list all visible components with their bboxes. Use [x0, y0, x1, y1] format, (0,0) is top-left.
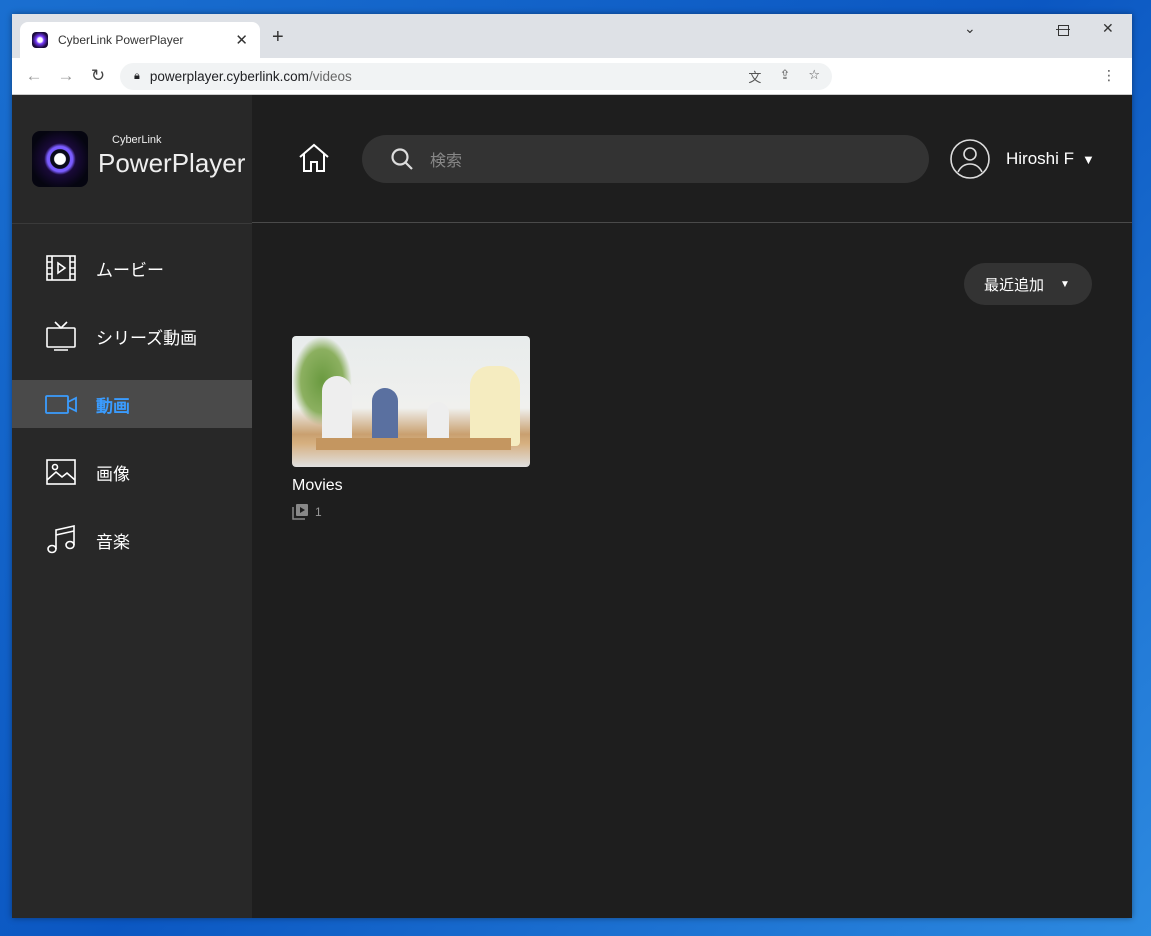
film-icon	[46, 255, 76, 281]
search-input[interactable]: 検索	[362, 135, 929, 183]
avatar-icon	[950, 139, 990, 179]
video-count: 1	[315, 504, 322, 519]
caret-down-icon: ▼	[1082, 151, 1095, 167]
video-stack-icon	[292, 504, 308, 520]
caret-down-icon: ▼	[1060, 278, 1070, 290]
url-domain: powerplayer.cyberlink.com	[149, 69, 309, 84]
powerplayer-app: CyberLink PowerPlayer ムービー シリーズ動画 動画 画像 音…	[12, 95, 1132, 918]
user-name: Hiroshi F	[1006, 149, 1075, 168]
image-icon	[46, 459, 76, 485]
reload-button[interactable]: ↻	[82, 66, 114, 86]
sort-dropdown[interactable]: 最近追加 ▼	[964, 263, 1092, 305]
sidebar-item-images[interactable]: 画像	[12, 448, 252, 496]
close-window-button[interactable]: ✕	[1102, 20, 1114, 37]
tab-bar: CyberLink PowerPlayer ✕ + ⌄ — ✕	[12, 14, 1132, 58]
browser-tab[interactable]: CyberLink PowerPlayer ✕	[20, 22, 260, 58]
search-icon	[391, 148, 413, 170]
user-menu[interactable]: Hiroshi F ▼	[950, 139, 1095, 179]
forward-button[interactable]: →	[50, 66, 82, 86]
search-placeholder: 検索	[430, 153, 463, 170]
logo-product: PowerPlayer	[98, 147, 246, 178]
sidebar-item-series[interactable]: シリーズ動画	[12, 312, 252, 360]
url-field[interactable]: 🔒︎ powerplayer.cyberlink.com/videos 文 ⇪ ☆	[120, 63, 832, 90]
url-path: /videos	[308, 69, 352, 84]
music-icon	[47, 525, 75, 554]
lock-icon: 🔒︎	[134, 70, 140, 82]
browser-window: CyberLink PowerPlayer ✕ + ⌄ — ✕ ← → ↻ 🔒︎ …	[12, 14, 1132, 918]
sidebar-item-movies[interactable]: ムービー	[12, 244, 252, 292]
home-icon[interactable]	[298, 143, 330, 173]
sidebar-item-label: シリーズ動画	[96, 328, 198, 348]
sort-selected: 最近追加	[984, 276, 1045, 294]
star-icon[interactable]: ☆	[808, 67, 820, 86]
address-bar-row: ← → ↻ 🔒︎ powerplayer.cyberlink.com/video…	[12, 58, 1132, 95]
folder-title: Movies	[292, 477, 343, 494]
maximize-button[interactable]	[1058, 25, 1069, 36]
new-tab-button[interactable]: +	[272, 26, 284, 49]
folder-card[interactable]: Movies 1	[292, 336, 530, 520]
tv-icon	[46, 321, 76, 351]
tab-search-icon[interactable]: ⌄	[964, 20, 976, 37]
share-icon[interactable]: ⇪	[779, 67, 790, 86]
video-camera-icon	[45, 395, 77, 414]
back-button[interactable]: ←	[18, 66, 50, 86]
tab-title: CyberLink PowerPlayer	[58, 33, 184, 47]
sidebar-item-videos[interactable]: 動画	[12, 380, 252, 428]
sidebar-item-label: 画像	[96, 464, 130, 484]
folder-thumbnail[interactable]	[292, 336, 530, 467]
sidebar-item-music[interactable]: 音楽	[12, 516, 252, 564]
close-tab-icon[interactable]: ✕	[235, 31, 248, 49]
sidebar: CyberLink PowerPlayer ムービー シリーズ動画 動画 画像 音…	[12, 95, 252, 918]
sidebar-item-label: 音楽	[96, 532, 130, 552]
logo-brand: CyberLink	[112, 133, 162, 146]
logo[interactable]: CyberLink PowerPlayer	[32, 131, 245, 187]
sidebar-item-label: 動画	[96, 396, 130, 416]
powerplayer-logo-icon	[32, 131, 88, 187]
powerplayer-favicon	[32, 32, 48, 48]
main-content: 検索 Hiroshi F ▼ 最近追加 ▼ Movies 1	[252, 95, 1132, 918]
header: 検索 Hiroshi F ▼	[252, 95, 1132, 223]
translate-icon[interactable]: 文	[748, 67, 761, 86]
kebab-menu-icon[interactable]: ⋮	[1102, 67, 1116, 84]
sidebar-item-label: ムービー	[96, 260, 164, 280]
